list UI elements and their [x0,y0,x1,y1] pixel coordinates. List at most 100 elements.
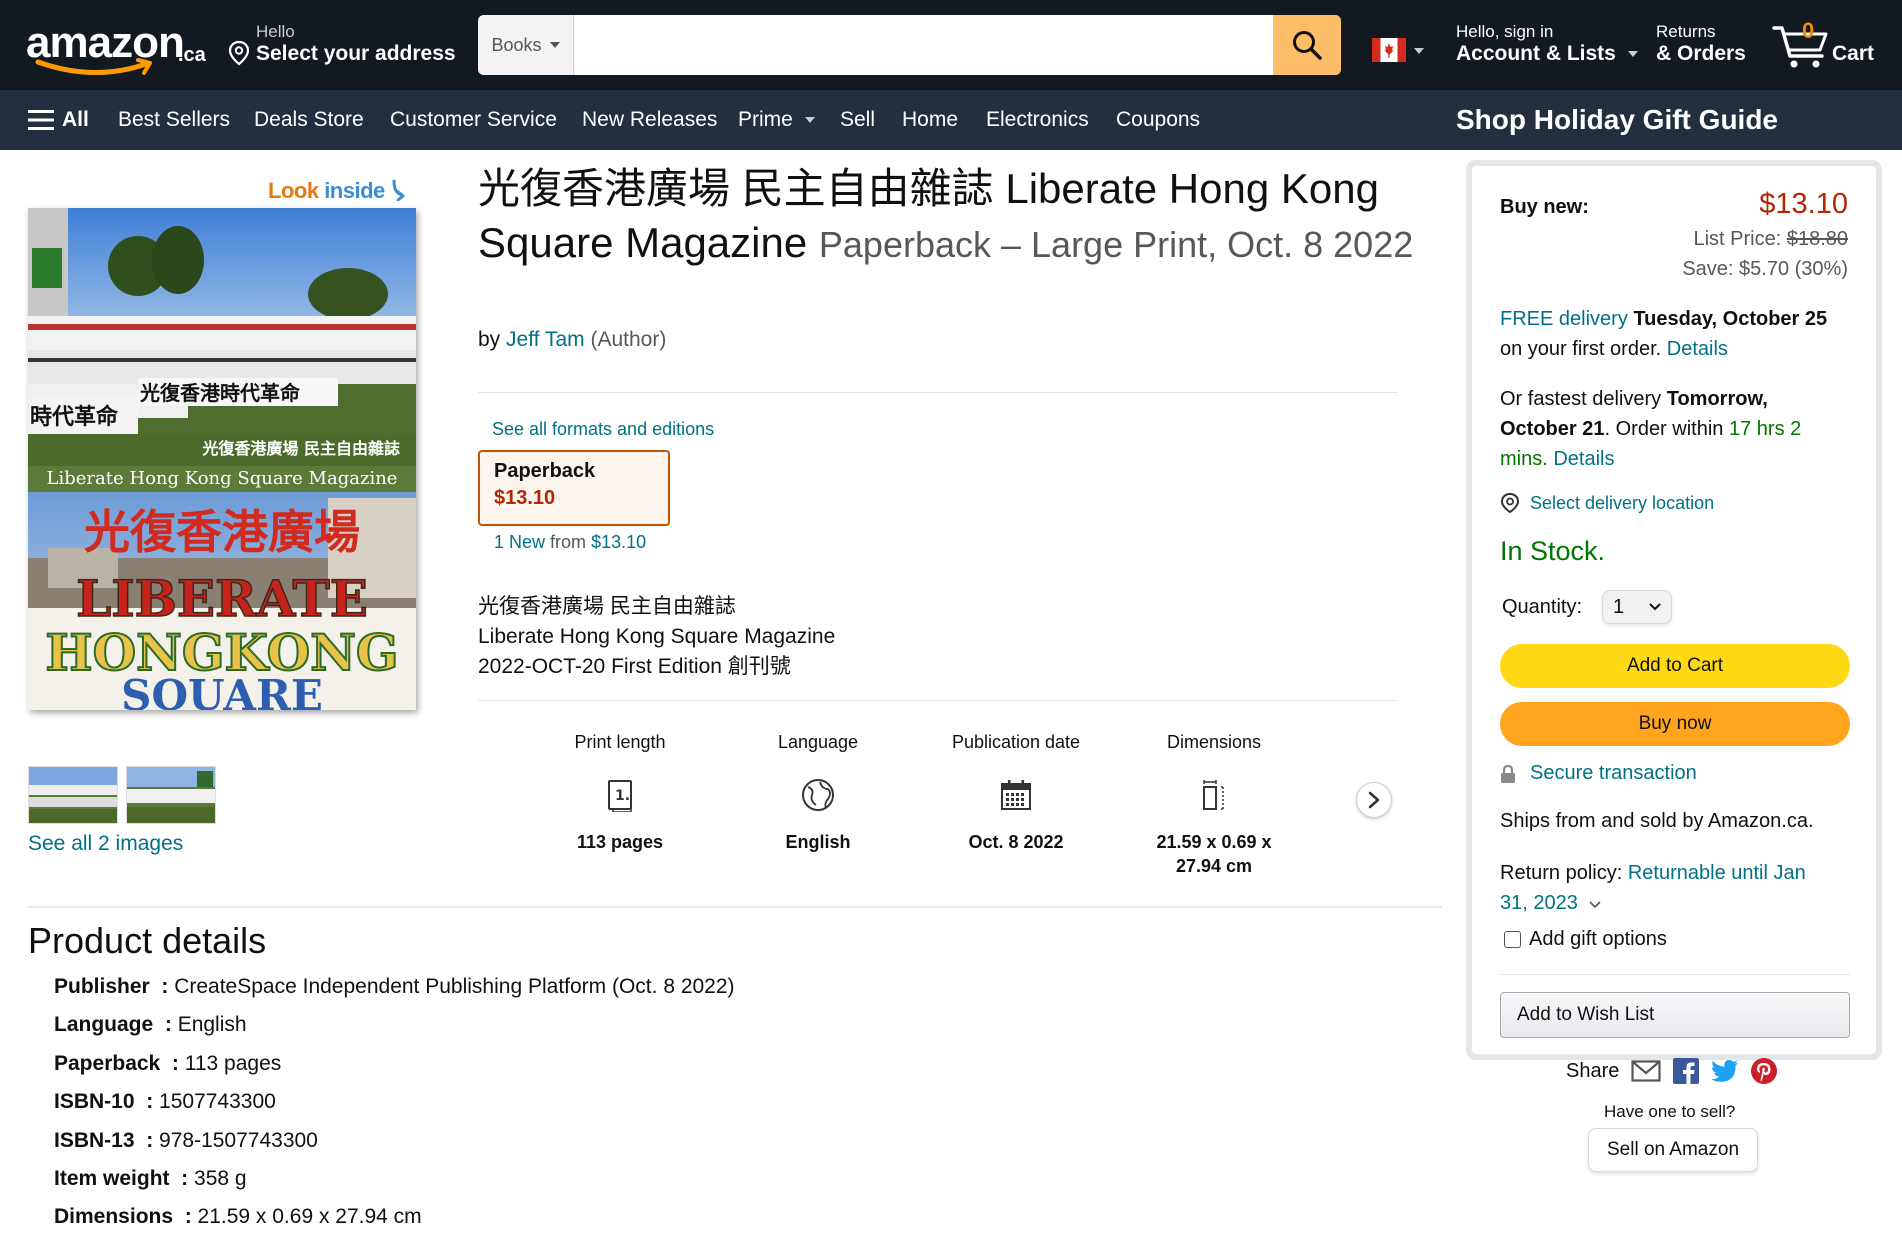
divider [1500,974,1850,975]
address-select: Select your address [256,42,456,65]
share-row: Share [1566,1058,1778,1084]
detail-value: 978-1507743300 [159,1128,318,1152]
detail-key: Language [54,1013,154,1037]
cover-sign-en3-text: SQUARE [121,671,323,710]
see-all-images-link[interactable]: See all 2 images [28,832,183,856]
location-pin-icon [1500,492,1520,514]
delivery-info: FREE delivery Tuesday, October 25 on you… [1500,304,1827,364]
spec-value: Oct. 8 2022 [968,832,1064,852]
detail-value: CreateSpace Independent Publishing Platf… [174,975,735,998]
return-policy: Return policy: Returnable until Jan 31, … [1500,858,1806,918]
facebook-share-icon[interactable] [1673,1058,1700,1084]
account-lists-row: Account & Lists [1456,42,1638,66]
spec-value: 21.59 x 0.69 x 27.94 cm [1156,832,1272,876]
select-delivery-location[interactable]: Select delivery location [1500,492,1714,514]
chevron-right-icon [1368,791,1380,809]
book-pages-icon: 1. [608,780,632,812]
returns-label: Returns [1656,22,1716,41]
fastest-prefix: Or fastest delivery [1500,388,1662,410]
free-delivery-link[interactable]: FREE delivery [1500,308,1628,330]
email-share-icon[interactable] [1631,1060,1661,1082]
spec-dimensions: Dimensions 21.59 x 0.69 x 27.94 cm [1124,732,1304,878]
detail-row: Dimensions : 21.59 x 0.69 x 27.94 cm [54,1205,422,1229]
look-inside-link[interactable]: Look inside [268,178,408,204]
secure-transaction[interactable]: Secure transaction [1500,762,1697,785]
caret-down-icon [549,42,560,48]
hamburger-menu-icon [28,110,54,130]
delivery-details-link[interactable]: Details [1667,338,1728,360]
specs-next-button[interactable] [1356,782,1392,818]
buy-box: Buy new: $13.10 List Price: $18.80 Save:… [1466,160,1882,1060]
detail-row: ISBN-13 : 978-1507743300 [54,1128,318,1152]
search-input[interactable] [574,15,1268,75]
book-cover-image[interactable]: 光復香港時代革命 時代革命 光復香港廣場 民主自由雜誌 Liberate Hon… [28,208,416,710]
fastest-date-2: October 21 [1500,418,1605,440]
search-icon [1293,31,1322,60]
product-description: 光復香港廣場 民主自由雜誌 Liberate Hong Kong Square … [478,592,835,682]
detail-key: Dimensions [54,1205,174,1229]
detail-key: Paperback [54,1051,161,1075]
nav-best-sellers[interactable]: Best Sellers [118,90,230,150]
see-all-formats-link[interactable]: See all formats and editions [492,419,714,440]
new-from-offer[interactable]: 1 New from $13.10 [494,532,646,553]
thumbnail-2[interactable] [126,766,216,824]
nav-holiday-gift-guide[interactable]: Shop Holiday Gift Guide [1456,90,1778,150]
quantity-select[interactable]: 1 [1602,590,1672,624]
cover-sign-en1-text: LIBERATE [76,569,368,628]
add-to-wish-list-button[interactable]: Add to Wish List [1500,992,1850,1038]
svg-text:1.: 1. [615,788,630,804]
thumbnail-1[interactable] [28,766,118,824]
gift-checkbox[interactable] [1504,931,1521,948]
pinterest-share-icon[interactable] [1751,1058,1778,1084]
search-button[interactable] [1273,15,1341,75]
twitter-share-icon[interactable] [1711,1059,1739,1083]
nav-home[interactable]: Home [902,90,958,150]
product-format-subtitle: Paperback – Large Print, Oct. 8 2022 [818,224,1414,265]
secure-transaction-label: Secure transaction [1530,762,1697,784]
caret-down-icon [1414,48,1424,54]
cart-button[interactable]: 0 Cart [1772,16,1892,76]
detail-row: Language : English [54,1013,247,1037]
nav-coupons[interactable]: Coupons [1116,90,1200,150]
detail-value: 113 pages [184,1051,282,1075]
spec-label: Dimensions [1166,732,1262,752]
gift-options[interactable]: Add gift options [1504,928,1667,951]
spec-value: 113 pages [576,832,664,852]
nav-all-menu[interactable]: All [28,90,89,150]
cover-banner-en-text: Liberate Hong Kong Square Magazine [47,468,398,489]
detail-value: 21.59 x 0.69 x 27.94 cm [197,1205,422,1229]
author-link[interactable]: Jeff Tam [506,328,585,351]
fastest-details-link[interactable]: Details [1553,448,1614,470]
detail-row: Publisher : CreateSpace Independent Publ… [54,975,735,998]
cover-banner-left-text: 時代革命 [30,404,119,430]
amazon-logo[interactable]: amazon .ca [26,14,206,78]
sell-on-amazon-button[interactable]: Sell on Amazon [1588,1128,1758,1172]
dimensions-icon [1203,780,1225,810]
product-details-list: Publisher : CreateSpace Independent Publ… [54,972,735,1240]
return-link-2[interactable]: 31, 2023 [1500,892,1578,914]
language-selector[interactable] [1372,38,1428,62]
top-header: amazon .ca Hello Select your address Boo… [0,0,1902,90]
spec-print-length: Print length 1. 113 pages [530,732,710,854]
divider [28,906,1442,908]
buy-now-button[interactable]: Buy now [1500,702,1850,746]
nav-customer-service[interactable]: Customer Service [390,90,557,150]
lock-icon [1501,764,1515,783]
return-link-1[interactable]: Returnable until Jan [1628,862,1806,884]
format-option-paperback[interactable]: Paperback $13.10 [478,450,670,526]
returns-orders[interactable]: Returns & Orders [1656,22,1746,66]
look-inside-word1: Look [268,178,319,203]
add-to-cart-button[interactable]: Add to Cart [1500,644,1850,688]
nav-prime[interactable]: Prime [738,90,815,150]
fastest-delivery-info: Or fastest delivery Tomorrow, October 21… [1500,384,1801,474]
nav-deals-store[interactable]: Deals Store [254,90,364,150]
nav-sell[interactable]: Sell [840,90,875,150]
format-price: $13.10 [494,487,556,509]
account-lists-menu[interactable]: Hello, sign in Account & Lists [1456,22,1638,66]
nav-electronics[interactable]: Electronics [986,90,1089,150]
have-one-to-sell: Have one to sell? [1604,1102,1736,1121]
cover-photo: 光復香港時代革命 時代革命 光復香港廣場 民主自由雜誌 Liberate Hon… [28,208,416,710]
nav-new-releases[interactable]: New Releases [582,90,717,150]
chevron-down-icon[interactable] [1589,901,1601,909]
search-category-dropdown[interactable]: Books [478,15,574,75]
